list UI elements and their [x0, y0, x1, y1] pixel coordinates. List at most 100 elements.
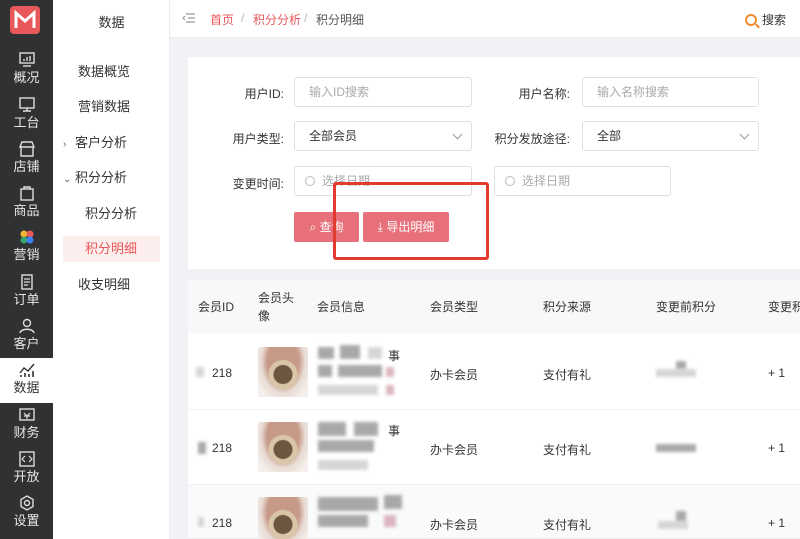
rail-item-orders[interactable]: 订单: [0, 270, 53, 314]
redacted-points: [656, 369, 696, 377]
header-search[interactable]: 搜索: [744, 11, 786, 28]
rail-item-data[interactable]: 数据: [0, 358, 53, 403]
user-id-input[interactable]: [294, 77, 472, 107]
rail-item-label: 工台: [13, 115, 40, 130]
points-change: + 1: [768, 441, 786, 455]
redacted-info: [386, 385, 394, 395]
redacted-id: [198, 517, 204, 527]
redacted-points: [656, 444, 696, 452]
user-type-value: 全部会员: [309, 129, 358, 143]
rail-item-label: 店铺: [13, 159, 40, 174]
column-header: 变更前积分: [656, 300, 717, 314]
clock-icon: [305, 176, 315, 186]
redacted-info: [354, 422, 378, 436]
redacted-info: [338, 365, 382, 377]
rail-item-open[interactable]: 开放: [0, 447, 53, 491]
points-detail-table: 会员ID 会员头像 会员信息 会员类型 积分来源 变更前积分 变更积 218 事…: [188, 280, 800, 539]
points-change: + 1: [768, 366, 786, 380]
member-id: 218: [212, 516, 233, 530]
column-header: 会员类型: [430, 300, 479, 314]
submenu-item-points-analysis[interactable]: 积分分析: [63, 201, 160, 227]
member-avatar: [258, 497, 308, 539]
collapse-menu-icon[interactable]: [182, 12, 196, 24]
redacted-id: [196, 367, 204, 377]
breadcrumb-points-analysis[interactable]: 积分分析: [253, 11, 301, 28]
user-type-label: 用户类型:: [232, 132, 284, 146]
rail-item-customers[interactable]: 客户: [0, 314, 53, 358]
rail-item-finance[interactable]: 财务: [0, 403, 53, 447]
rail-item-label: 财务: [13, 425, 40, 440]
submenu-item-label: 数据概览: [78, 64, 131, 79]
marketing-icon: [20, 230, 33, 244]
table-row[interactable]: 218 办卡会员 支付有礼 + 1: [188, 485, 800, 539]
member-avatar: [258, 347, 308, 397]
clock-icon: [505, 176, 515, 186]
redacted-info: [318, 385, 378, 395]
highlight-annotation: [333, 182, 489, 260]
search-label: 搜索: [761, 13, 786, 27]
desktop-icon: [18, 97, 35, 112]
submenu-title: 数据: [98, 15, 125, 30]
column-header: 会员信息: [317, 300, 366, 314]
rail-item-marketing[interactable]: 营销: [0, 225, 53, 269]
rail-item-label: 商品: [13, 203, 40, 218]
breadcrumb-separator: /: [241, 11, 245, 25]
table-row[interactable]: 218 事 办卡会员 支付有礼 + 1: [188, 410, 800, 485]
table-row[interactable]: 218 事 办卡会员 支付有礼 + 1: [188, 335, 800, 410]
rail-item-overview[interactable]: 概况: [0, 48, 53, 92]
redacted-info: [384, 495, 402, 509]
breadcrumb-home[interactable]: 首页: [210, 11, 234, 28]
rail-item-workbench[interactable]: 工台: [0, 93, 53, 137]
submenu-item-label: 积分分析: [85, 206, 138, 221]
table-header: 会员ID 会员头像 会员信息 会员类型 积分来源 变更前积分 变更积: [188, 280, 800, 334]
rail-item-label: 客户: [13, 336, 40, 351]
submenu-item-income-detail[interactable]: 收支明细: [63, 272, 160, 298]
rail-item-label: 营销: [13, 247, 40, 262]
redacted-id: [198, 442, 206, 454]
submenu-group-points-analysis[interactable]: ⌄ 积分分析: [63, 165, 160, 191]
chevron-right-icon: ›: [63, 139, 67, 150]
user-type-select[interactable]: 全部会员: [294, 121, 472, 151]
breadcrumb-current: 积分明细: [316, 13, 365, 27]
grant-channel-select[interactable]: 全部: [582, 121, 759, 151]
user-id-label: 用户ID:: [244, 87, 284, 101]
submenu-group-customer-analysis[interactable]: › 客户分析: [63, 130, 160, 156]
chevron-down-icon: ⌄: [63, 174, 72, 185]
grant-channel-value: 全部: [597, 129, 622, 143]
redacted-info: [384, 515, 396, 527]
redacted-info: [318, 440, 374, 452]
app-logo[interactable]: [10, 6, 40, 34]
member-avatar: [258, 422, 308, 472]
redacted-info: [318, 515, 368, 527]
submenu-item-overview[interactable]: 数据概览: [63, 59, 160, 85]
redacted-info: [318, 347, 334, 359]
member-type: 办卡会员: [430, 518, 479, 532]
finance-icon: [18, 408, 35, 421]
rail-item-label: 订单: [13, 292, 40, 307]
submenu-item-points-detail[interactable]: 积分明细: [63, 236, 160, 262]
end-date-picker[interactable]: 选择日期: [494, 166, 671, 196]
submenu-item-label: 积分明细: [85, 241, 138, 256]
rail-item-settings[interactable]: 设置: [0, 491, 53, 535]
submenu-item-marketing-data[interactable]: 营销数据: [63, 94, 160, 120]
breadcrumb-separator: /: [304, 11, 308, 25]
redacted-info: [318, 497, 378, 511]
code-icon: [18, 451, 35, 467]
secondary-menu: 数据 数据概览 营销数据 › 客户分析 ⌄ 积分分析 积分分析 积分明细 收支明细: [53, 0, 170, 539]
search-icon: ⌕: [309, 220, 320, 234]
goods-icon: [19, 186, 34, 201]
rail-item-shop[interactable]: 店铺: [0, 137, 53, 181]
points-change: + 1: [768, 516, 786, 530]
column-header: 变更积: [768, 300, 800, 314]
redacted-info: [318, 365, 332, 377]
member-info-fragment: 事: [388, 424, 401, 438]
redacted-info: [318, 460, 368, 470]
submenu-item-label: 营销数据: [78, 99, 131, 114]
user-name-input[interactable]: [582, 77, 759, 107]
redacted-info: [318, 422, 346, 436]
points-source: 支付有礼: [543, 518, 592, 532]
rail-item-goods[interactable]: 商品: [0, 181, 53, 225]
main-nav-rail: 概况 工台 店铺 商品 营销 订单 客户 数据 财务 开放 设置: [0, 0, 53, 539]
column-header: 会员头像: [258, 291, 295, 323]
redacted-info: [386, 367, 394, 377]
